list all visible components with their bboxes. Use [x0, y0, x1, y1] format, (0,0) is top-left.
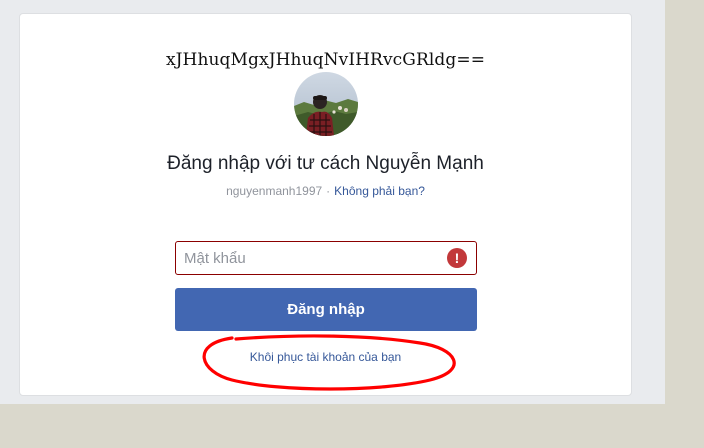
username-text: nguyenmanh1997 — [226, 184, 323, 198]
recover-account-link[interactable]: Khôi phục tài khoản của bạn — [20, 350, 631, 364]
exclamation-icon: ! — [447, 248, 467, 268]
encoded-text: xJHhuqMgxJHhuqNvIHRvcGRldg== — [165, 50, 486, 70]
not-you-link[interactable]: Không phải bạn? — [334, 184, 425, 198]
separator-dot: · — [326, 184, 331, 198]
avatar — [294, 72, 358, 136]
password-field-wrapper: ! — [175, 241, 477, 275]
password-input[interactable] — [176, 242, 436, 274]
login-card: xJHhuqMgxJHhuqNvIHRvcGRldg== Đăng nhập v… — [19, 13, 632, 396]
account-subline: nguyenmanh1997 · Không phải bạn? — [20, 184, 631, 198]
avatar-photo-icon — [294, 72, 358, 136]
login-button[interactable]: Đăng nhập — [175, 288, 477, 331]
page-title: Đăng nhập với tư cách Nguyễn Mạnh — [167, 153, 484, 174]
